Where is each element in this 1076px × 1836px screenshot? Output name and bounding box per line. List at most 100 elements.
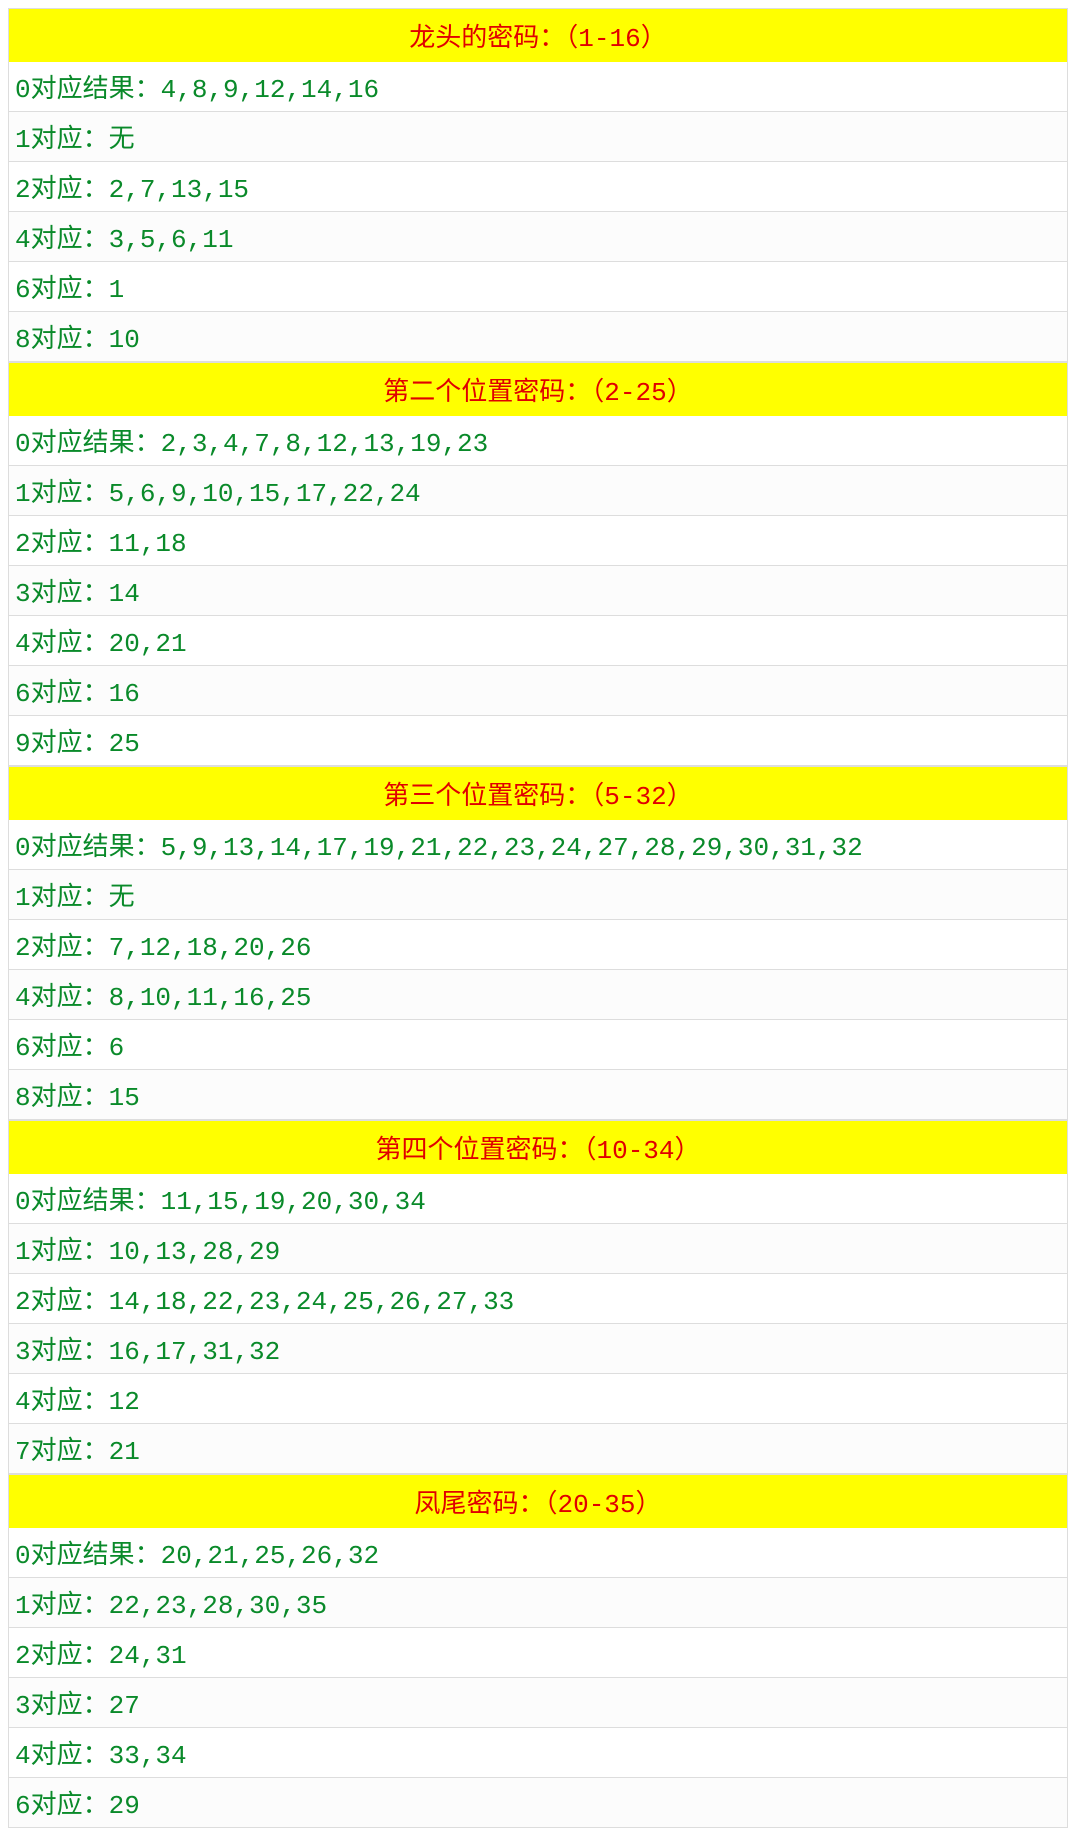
section-header: 第三个位置密码：（5-32） [8, 766, 1068, 820]
row-value: 2,3,4,7,8,12,13,19,23 [161, 429, 489, 459]
row-value: 10,13,28,29 [109, 1237, 281, 1267]
row-label: 3对应： [15, 579, 109, 609]
section: 第四个位置密码：（10-34）0对应结果：11,15,19,20,30,341对… [8, 1120, 1068, 1474]
data-row: 6对应：29 [8, 1778, 1068, 1828]
data-row: 3对应：27 [8, 1678, 1068, 1728]
data-row: 4对应：8,10,11,16,25 [8, 970, 1068, 1020]
section: 凤尾密码：（20-35）0对应结果：20,21,25,26,321对应：22,2… [8, 1474, 1068, 1828]
data-row: 0对应结果：5,9,13,14,17,19,21,22,23,24,27,28,… [8, 820, 1068, 870]
section-header: 第四个位置密码：（10-34） [8, 1120, 1068, 1174]
data-row: 0对应结果：2,3,4,7,8,12,13,19,23 [8, 416, 1068, 466]
row-label: 1对应： [15, 479, 109, 509]
row-value: 16 [109, 679, 140, 709]
data-row: 1对应：22,23,28,30,35 [8, 1578, 1068, 1628]
row-value: 20,21 [109, 629, 187, 659]
row-value: 5,9,13,14,17,19,21,22,23,24,27,28,29,30,… [161, 833, 863, 863]
row-value: 5,6,9,10,15,17,22,24 [109, 479, 421, 509]
section: 第二个位置密码：（2-25）0对应结果：2,3,4,7,8,12,13,19,2… [8, 362, 1068, 766]
main-container: 龙头的密码：（1-16）0对应结果：4,8,9,12,14,161对应：无2对应… [8, 8, 1068, 1828]
row-label: 3对应： [15, 1337, 109, 1367]
row-value: 22,23,28,30,35 [109, 1591, 327, 1621]
row-label: 2对应： [15, 1287, 109, 1317]
row-value: 2,7,13,15 [109, 175, 249, 205]
data-row: 1对应：无 [8, 112, 1068, 162]
data-row: 1对应：无 [8, 870, 1068, 920]
row-value: 14,18,22,23,24,25,26,27,33 [109, 1287, 515, 1317]
data-row: 6对应：6 [8, 1020, 1068, 1070]
row-label: 4对应： [15, 1387, 109, 1417]
data-row: 2对应：24,31 [8, 1628, 1068, 1678]
row-label: 0对应结果： [15, 75, 161, 105]
row-value: 20,21,25,26,32 [161, 1541, 379, 1571]
data-row: 0对应结果：11,15,19,20,30,34 [8, 1174, 1068, 1224]
data-row: 4对应：12 [8, 1374, 1068, 1424]
row-label: 3对应： [15, 1691, 109, 1721]
data-row: 9对应：25 [8, 716, 1068, 766]
row-label: 7对应： [15, 1437, 109, 1467]
row-label: 4对应： [15, 983, 109, 1013]
data-row: 2对应：7,12,18,20,26 [8, 920, 1068, 970]
data-row: 0对应结果：4,8,9,12,14,16 [8, 62, 1068, 112]
row-value: 24,31 [109, 1641, 187, 1671]
row-value: 无 [109, 883, 135, 913]
row-label: 0对应结果： [15, 1187, 161, 1217]
row-value: 8,10,11,16,25 [109, 983, 312, 1013]
data-row: 2对应：11,18 [8, 516, 1068, 566]
row-label: 2对应： [15, 175, 109, 205]
data-row: 8对应：15 [8, 1070, 1068, 1120]
row-label: 6对应： [15, 1791, 109, 1821]
row-label: 2对应： [15, 529, 109, 559]
row-value: 4,8,9,12,14,16 [161, 75, 379, 105]
data-row: 1对应：5,6,9,10,15,17,22,24 [8, 466, 1068, 516]
row-label: 0对应结果： [15, 429, 161, 459]
row-label: 6对应： [15, 679, 109, 709]
row-label: 4对应： [15, 629, 109, 659]
section: 第三个位置密码：（5-32）0对应结果：5,9,13,14,17,19,21,2… [8, 766, 1068, 1120]
row-value: 21 [109, 1437, 140, 1467]
row-label: 2对应： [15, 933, 109, 963]
row-value: 11,15,19,20,30,34 [161, 1187, 426, 1217]
row-label: 2对应： [15, 1641, 109, 1671]
data-row: 3对应：14 [8, 566, 1068, 616]
row-value: 33,34 [109, 1741, 187, 1771]
row-value: 10 [109, 325, 140, 355]
row-label: 4对应： [15, 225, 109, 255]
row-value: 无 [109, 125, 135, 155]
row-value: 14 [109, 579, 140, 609]
data-row: 4对应：33,34 [8, 1728, 1068, 1778]
row-label: 9对应： [15, 729, 109, 759]
row-label: 1对应： [15, 1591, 109, 1621]
data-row: 4对应：20,21 [8, 616, 1068, 666]
data-row: 1对应：10,13,28,29 [8, 1224, 1068, 1274]
row-label: 1对应： [15, 883, 109, 913]
row-value: 27 [109, 1691, 140, 1721]
section-header: 凤尾密码：（20-35） [8, 1474, 1068, 1528]
section-header: 第二个位置密码：（2-25） [8, 362, 1068, 416]
row-label: 0对应结果： [15, 1541, 161, 1571]
row-label: 1对应： [15, 125, 109, 155]
row-value: 1 [109, 275, 125, 305]
data-row: 3对应：16,17,31,32 [8, 1324, 1068, 1374]
data-row: 7对应：21 [8, 1424, 1068, 1474]
row-value: 29 [109, 1791, 140, 1821]
row-label: 0对应结果： [15, 833, 161, 863]
data-row: 2对应：14,18,22,23,24,25,26,27,33 [8, 1274, 1068, 1324]
data-row: 8对应：10 [8, 312, 1068, 362]
row-label: 8对应： [15, 1083, 109, 1113]
row-value: 12 [109, 1387, 140, 1417]
row-label: 8对应： [15, 325, 109, 355]
row-value: 25 [109, 729, 140, 759]
row-label: 6对应： [15, 1033, 109, 1063]
row-value: 3,5,6,11 [109, 225, 234, 255]
data-row: 0对应结果：20,21,25,26,32 [8, 1528, 1068, 1578]
row-value: 16,17,31,32 [109, 1337, 281, 1367]
section: 龙头的密码：（1-16）0对应结果：4,8,9,12,14,161对应：无2对应… [8, 8, 1068, 362]
data-row: 6对应：16 [8, 666, 1068, 716]
data-row: 4对应：3,5,6,11 [8, 212, 1068, 262]
row-label: 1对应： [15, 1237, 109, 1267]
row-value: 6 [109, 1033, 125, 1063]
row-value: 11,18 [109, 529, 187, 559]
row-value: 15 [109, 1083, 140, 1113]
data-row: 6对应：1 [8, 262, 1068, 312]
row-value: 7,12,18,20,26 [109, 933, 312, 963]
